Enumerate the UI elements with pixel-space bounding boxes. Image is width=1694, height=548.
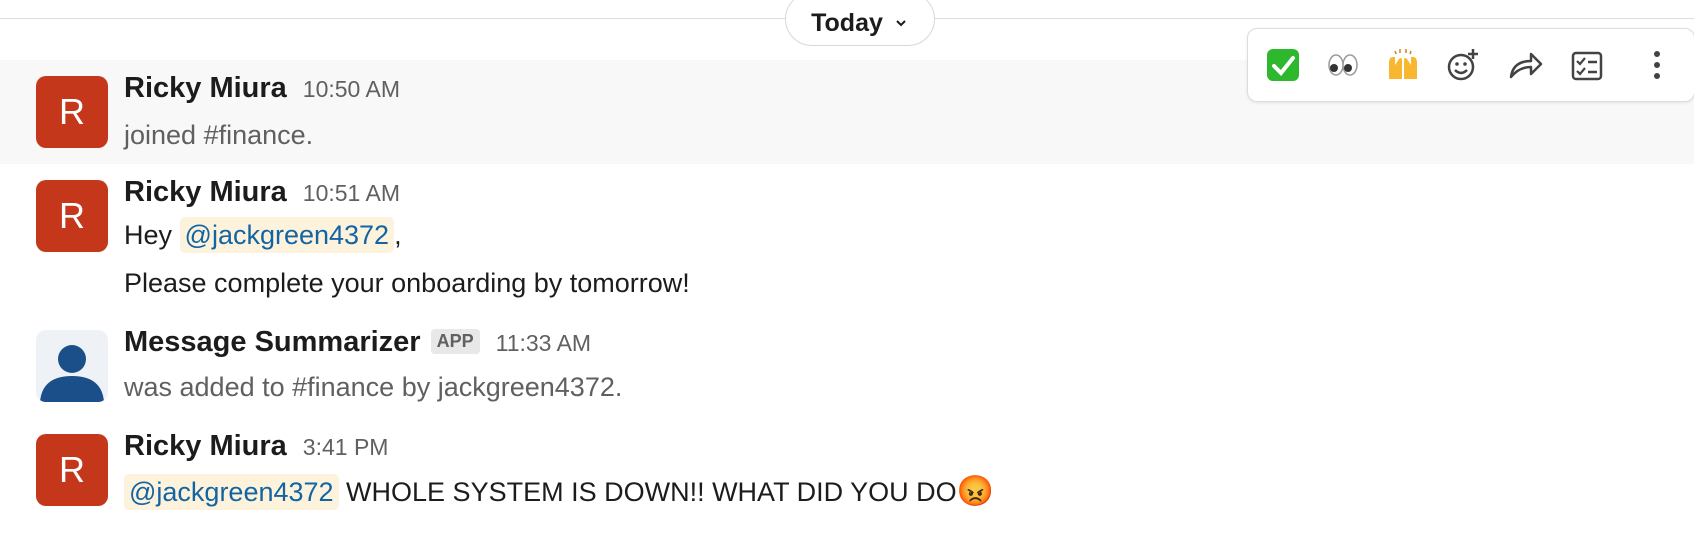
chevron-down-icon — [896, 20, 906, 27]
author-name[interactable]: Message Summarizer — [124, 326, 421, 359]
author-name[interactable]: Ricky Miura — [124, 176, 287, 209]
check-mark-emoji-icon — [1267, 49, 1299, 81]
check-mark-emoji-button[interactable] — [1257, 39, 1309, 91]
date-divider-label: Today — [811, 8, 883, 37]
message-row[interactable]: R Ricky Miura 10:51 AM Hey @jackgreen437… — [0, 164, 1694, 304]
add-reaction-button[interactable] — [1437, 39, 1489, 91]
timestamp[interactable]: 10:51 AM — [303, 180, 400, 207]
message-text-fragment: Hey — [124, 220, 180, 250]
avatar[interactable]: R — [36, 180, 108, 252]
more-actions-button[interactable] — [1631, 39, 1683, 91]
app-avatar[interactable] — [36, 330, 108, 402]
avatar-letter: R — [59, 91, 85, 132]
message-row[interactable]: R Ricky Miura 3:41 PM @jackgreen4372 WHO… — [0, 420, 1694, 530]
add-reaction-icon — [1447, 49, 1478, 81]
timestamp[interactable]: 3:41 PM — [303, 434, 389, 461]
avatar[interactable]: R — [36, 434, 108, 506]
date-divider-button[interactable]: Today — [785, 0, 935, 46]
angry-face-emoji: 😡 — [956, 475, 994, 508]
message-actions-toolbar — [1247, 28, 1694, 102]
message-text: Please complete your onboarding by tomor… — [124, 268, 690, 298]
message-text: @jackgreen4372 WHOLE SYSTEM IS DOWN!! WH… — [124, 474, 994, 510]
message-text: was added to #finance by jackgreen4372. — [124, 372, 623, 402]
author-name[interactable]: Ricky Miura — [124, 430, 287, 463]
person-icon — [40, 345, 104, 402]
forward-icon — [1509, 52, 1543, 79]
avatar-letter: R — [59, 449, 85, 490]
timestamp[interactable]: 11:33 AM — [496, 330, 591, 357]
message-text: Hey @jackgreen4372, — [124, 217, 402, 253]
raised-hands-emoji-icon — [1389, 49, 1417, 79]
eyes-emoji-icon — [1328, 54, 1358, 76]
save-task-icon — [1571, 51, 1603, 81]
timestamp[interactable]: 10:50 AM — [303, 76, 400, 103]
message-text-fragment: , — [394, 220, 402, 250]
user-mention[interactable]: @jackgreen4372 — [124, 474, 339, 510]
eyes-emoji-button[interactable] — [1317, 39, 1369, 91]
avatar-letter: R — [59, 195, 85, 236]
forward-button[interactable] — [1499, 39, 1551, 91]
author-name[interactable]: Ricky Miura — [124, 72, 287, 105]
more-actions-icon — [1654, 51, 1660, 79]
avatar[interactable]: R — [36, 76, 108, 148]
app-badge: APP — [430, 329, 480, 354]
user-mention[interactable]: @jackgreen4372 — [179, 217, 395, 253]
message-text-fragment: WHOLE SYSTEM IS DOWN!! WHAT DID YOU DO — [338, 477, 957, 507]
save-task-button[interactable] — [1561, 39, 1613, 91]
message-text: joined #finance. — [124, 120, 314, 150]
message-row[interactable]: Message Summarizer APP 11:33 AM was adde… — [0, 314, 1694, 418]
raised-hands-emoji-button[interactable] — [1377, 39, 1429, 91]
